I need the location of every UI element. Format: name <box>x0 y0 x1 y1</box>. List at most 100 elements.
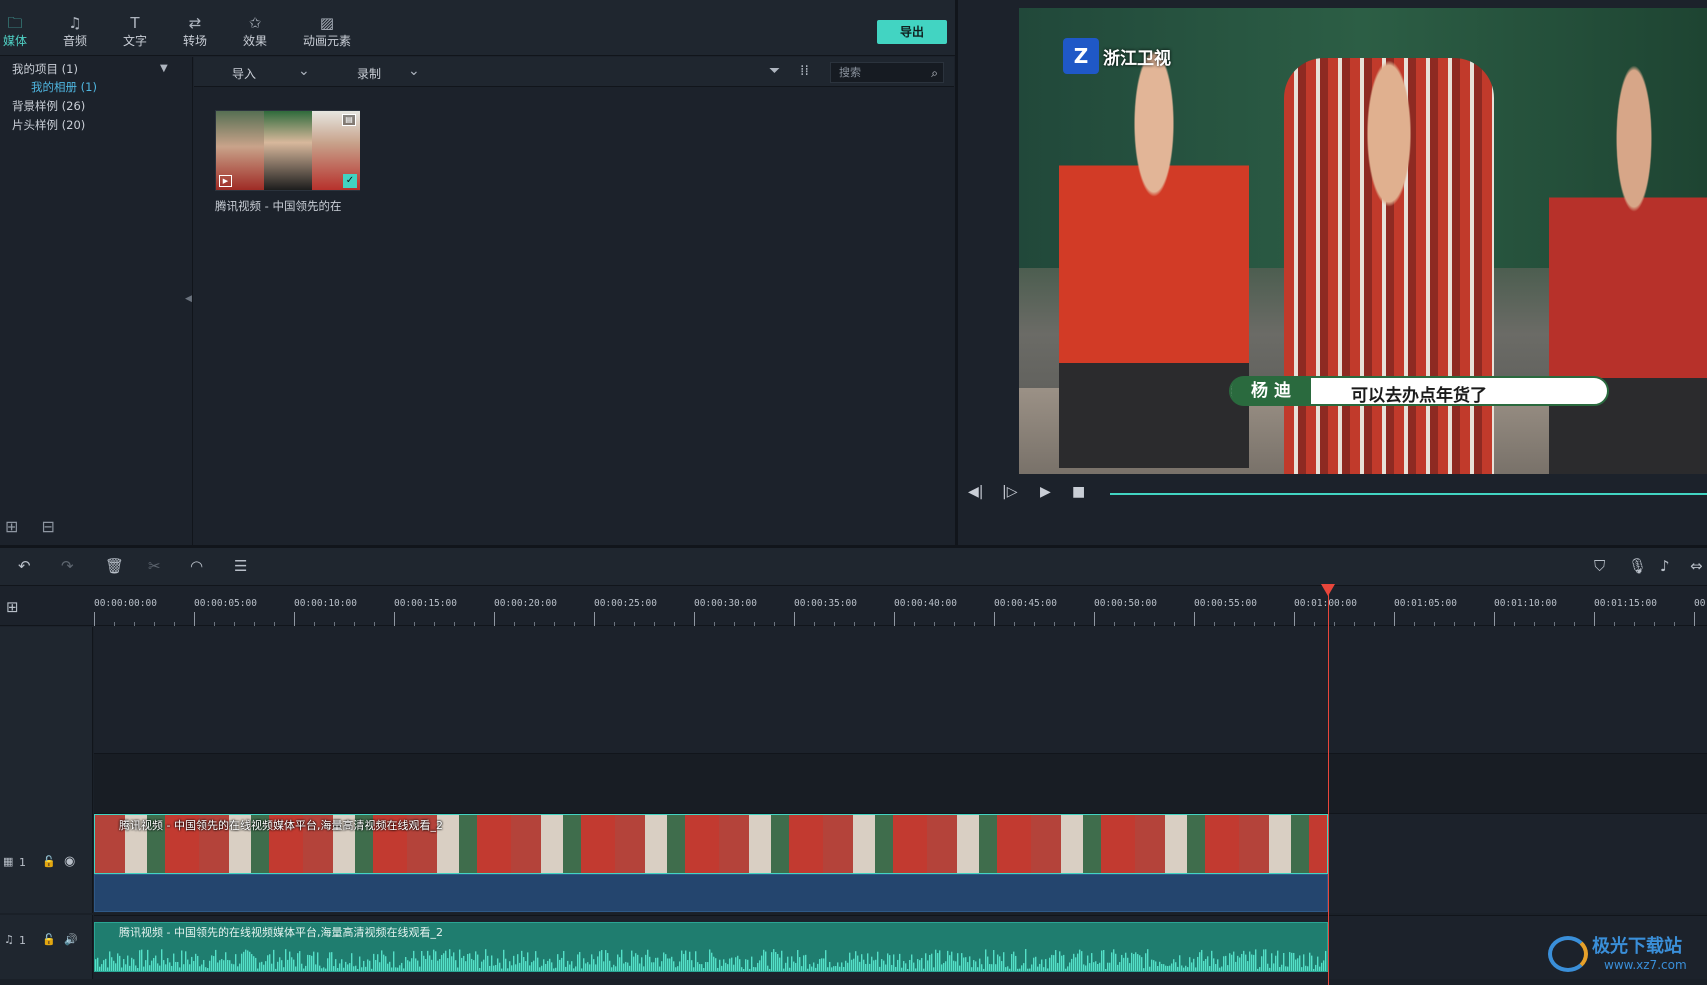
waveform-bar <box>193 960 195 971</box>
waveform-bar <box>447 958 449 971</box>
ruler-minor-tick <box>674 622 675 626</box>
tab-audio[interactable]: ♫ 音频 <box>45 14 105 49</box>
waveform-bar <box>461 957 463 971</box>
redo-icon[interactable]: ↷ <box>61 557 74 575</box>
ruler-major-tick <box>1594 612 1595 626</box>
waveform-bar <box>1185 965 1187 971</box>
speed-icon[interactable]: ◠ <box>190 557 203 575</box>
previous-frame-icon[interactable]: ◀| <box>968 484 983 500</box>
waveform-bar <box>933 967 935 971</box>
chevron-down-icon[interactable]: ⌄ <box>298 63 310 79</box>
filter-icon[interactable]: ⏷ <box>769 63 780 79</box>
video-track-lane[interactable]: 腾讯视频 - 中国领先的在线视频媒体平台,海量高清视频在线观看_2 <box>94 813 1707 913</box>
import-dropdown[interactable]: 导入 <box>232 65 256 82</box>
ruler-major-tick <box>294 612 295 626</box>
delete-icon[interactable]: 🗑 <box>105 557 124 575</box>
library-item-my-project[interactable]: 我的项目 (1) <box>12 61 78 77</box>
stop-icon[interactable]: ■ <box>1072 484 1085 500</box>
waveform-bar <box>1231 954 1233 971</box>
waveform-bar <box>369 960 371 971</box>
audio-mixer-icon[interactable]: ♪ <box>1660 557 1670 575</box>
empty-track-lane[interactable] <box>94 627 1707 753</box>
waveform-bar <box>259 962 261 971</box>
fit-timeline-icon[interactable]: ⇔ <box>1690 557 1703 575</box>
waveform-bar <box>1055 950 1057 971</box>
library-item-backgrounds[interactable]: 背景样例 (26) <box>12 98 85 114</box>
waveform-bar <box>791 956 793 971</box>
library-item-my-album[interactable]: 我的相册 (1) <box>31 79 97 95</box>
search-input[interactable]: 搜索 ⌕ <box>830 62 944 83</box>
ruler-minor-tick <box>1214 622 1215 626</box>
waveform-bar <box>561 957 563 971</box>
next-frame-icon[interactable]: |▷ <box>1002 484 1017 500</box>
grid-view-icon[interactable]: ⁞⁞ <box>800 63 809 79</box>
waveform-bar <box>503 949 505 971</box>
audio-clip[interactable]: 腾讯视频 - 中国领先的在线视频媒体平台,海量高清视频在线观看_2 <box>94 922 1328 972</box>
waveform-bar <box>727 964 729 971</box>
collapse-panel-icon[interactable]: ◀ <box>185 294 192 304</box>
media-thumbnail[interactable]: ▤ ▶ ✓ <box>215 110 360 191</box>
undo-icon[interactable]: ↶ <box>18 557 31 575</box>
chevron-down-icon[interactable]: ▼ <box>160 63 168 74</box>
waveform-bar <box>693 967 695 971</box>
ruler-major-tick <box>1494 612 1495 626</box>
waveform-bar <box>665 954 667 971</box>
waveform-bar <box>955 961 957 971</box>
export-button[interactable]: 导出 <box>877 20 947 44</box>
video-clip-lower[interactable] <box>94 874 1328 912</box>
waveform-bar <box>629 965 631 971</box>
lock-icon[interactable]: 🔓 <box>42 933 56 946</box>
playhead-line[interactable] <box>1328 593 1329 985</box>
waveform-bar <box>721 965 723 971</box>
empty-track-lane[interactable] <box>94 753 1707 813</box>
preview-scrubber[interactable] <box>1110 493 1707 495</box>
waveform-bar <box>677 966 679 971</box>
play-icon[interactable]: ▶ <box>1040 484 1051 500</box>
waveform-bar <box>1021 965 1023 971</box>
record-dropdown[interactable]: 录制 <box>357 65 381 82</box>
audio-track-lane[interactable]: 腾讯视频 - 中国领先的在线视频媒体平台,海量高清视频在线观看_2 <box>94 915 1707 979</box>
waveform-bar <box>567 960 569 971</box>
waveform-bar <box>391 967 393 971</box>
waveform-bar <box>1249 951 1251 971</box>
video-clip[interactable]: 腾讯视频 - 中国领先的在线视频媒体平台,海量高清视频在线观看_2 <box>94 814 1328 874</box>
ruler-minor-tick <box>754 622 755 626</box>
ruler-minor-tick <box>654 622 655 626</box>
new-folder-icon[interactable]: ⊞ <box>5 517 18 536</box>
adjust-icon[interactable]: ☰ <box>234 557 247 575</box>
lock-icon[interactable]: 🔓 <box>42 855 56 868</box>
microphone-icon[interactable]: 🎙 <box>1628 557 1647 575</box>
ruler-minor-tick <box>1274 622 1275 626</box>
marker-icon[interactable]: ⛉ <box>1594 557 1605 575</box>
timeline-ruler[interactable]: ⊞ 00:00:00:00 00:00:05:00 00:00:10:00 00:00… <box>0 586 1707 626</box>
eye-icon[interactable]: ◉ <box>64 854 75 869</box>
waveform-bar <box>1127 957 1129 971</box>
waveform-bar <box>563 950 565 971</box>
folder-icon: 🗀 <box>7 14 23 32</box>
remove-folder-icon[interactable]: ⊟ <box>42 517 55 536</box>
cut-icon[interactable]: ✂ <box>148 557 161 575</box>
speaker-icon[interactable]: 🔊 <box>64 933 78 946</box>
waveform-bar <box>1209 966 1211 971</box>
waveform-bar <box>491 955 493 971</box>
ruler-minor-tick <box>314 622 315 626</box>
waveform-bar <box>181 950 183 971</box>
add-track-icon[interactable]: ⊞ <box>6 598 19 616</box>
ruler-minor-tick <box>814 622 815 626</box>
tab-elements[interactable]: ▨ 动画元素 <box>297 14 357 49</box>
waveform-bar <box>873 960 875 971</box>
waveform-bar <box>281 960 283 971</box>
ruler-minor-tick <box>274 622 275 626</box>
library-item-intros[interactable]: 片头样例 (20) <box>12 117 85 133</box>
tab-text[interactable]: T 文字 <box>105 14 165 49</box>
waveform-bar <box>1229 953 1231 971</box>
tab-effects[interactable]: ✩ 效果 <box>225 14 285 49</box>
search-icon[interactable]: ⌕ <box>931 64 938 83</box>
waveform-bar <box>1311 955 1313 971</box>
waveform-bar <box>187 959 189 971</box>
tab-media[interactable]: 🗀 媒体 <box>0 14 45 49</box>
waveform-bar <box>925 953 927 971</box>
chevron-down-icon[interactable]: ⌄ <box>408 63 420 79</box>
waveform-bar <box>1239 957 1241 971</box>
tab-transition[interactable]: ⇄ 转场 <box>165 14 225 49</box>
